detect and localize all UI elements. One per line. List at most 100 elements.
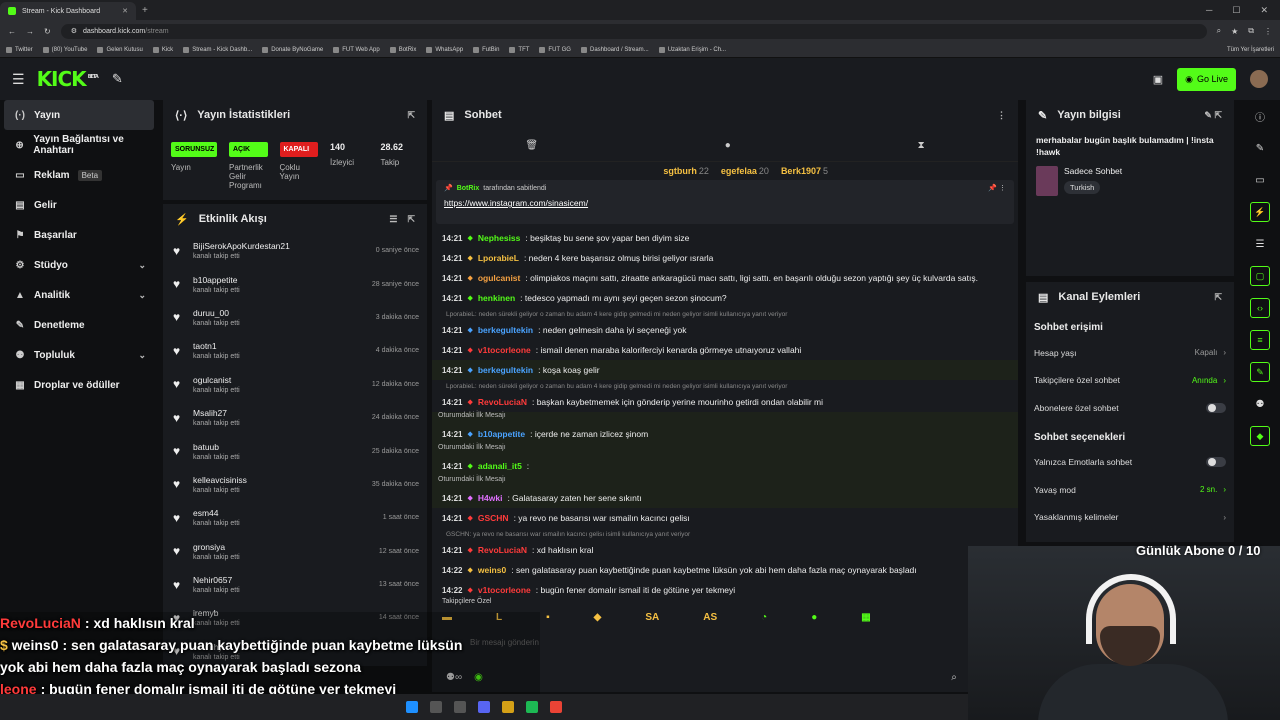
list-icon[interactable]: ☰ (1240, 228, 1280, 260)
activity-username[interactable]: batuub (193, 442, 240, 452)
filter-icon[interactable]: ☰ (389, 214, 397, 225)
setting-row[interactable]: Takipçilere özel sohbet Anında › (1026, 367, 1234, 395)
bookmark-item[interactable]: Gelen Kutusu (97, 46, 143, 53)
setting-row[interactable]: Yavaş mod 2 sn. › (1026, 476, 1234, 504)
info-icon[interactable]: ⓘ (1240, 100, 1280, 132)
chat-menu-icon[interactable]: ⋮ (997, 110, 1006, 121)
activity-username[interactable]: taotn1 (193, 341, 240, 351)
activity-username[interactable]: b10appetite (193, 275, 240, 285)
popout-icon[interactable]: ⇱ (407, 214, 415, 225)
setting-value[interactable] (1206, 457, 1226, 468)
bookmark-item[interactable]: WhatsApp (426, 46, 463, 53)
activity-username[interactable]: duruu_00 (193, 308, 240, 318)
leaderboard-entry[interactable]: egefelaa 20 (721, 166, 769, 178)
search-icon[interactable]: ⌕ (951, 672, 957, 683)
sidebar-item[interactable]: ▲ Analitik ⌄ (0, 280, 158, 310)
sidebar-item[interactable]: ✎ Denetleme (0, 310, 158, 340)
toggle-switch[interactable] (1206, 457, 1226, 468)
activity-username[interactable]: gronsiya (193, 542, 240, 552)
setting-row[interactable]: Abonelere özel sohbet (1026, 394, 1234, 422)
sidebar-item[interactable]: ⚉ Topluluk ⌄ (0, 340, 158, 370)
emote-icon[interactable]: ▪ (546, 612, 550, 623)
popout-icon[interactable]: ⇱ (407, 110, 415, 121)
sidebar-item[interactable]: ▦ Droplar ve ödüller (0, 370, 158, 400)
bookmark-item[interactable]: Donate ByNoGame (262, 46, 323, 53)
setting-value[interactable]: Kapalı › (1195, 348, 1226, 357)
kick-logo[interactable]: KICK BETA (37, 67, 99, 91)
msg-username[interactable]: weins0 (478, 565, 506, 575)
msg-username[interactable]: berkegultekin (478, 365, 533, 375)
users-icon[interactable]: ⚉ (1240, 388, 1280, 420)
edit-icon[interactable]: ✎ ⇱ (1204, 110, 1222, 121)
discord-icon[interactable] (478, 701, 490, 713)
msg-username[interactable]: b10appetite (478, 429, 525, 439)
reload-icon[interactable]: ↻ (44, 27, 51, 36)
msg-username[interactable]: henkinen (478, 293, 515, 303)
toggle-switch[interactable] (1206, 402, 1226, 413)
stream-tag[interactable]: Turkish (1064, 181, 1101, 194)
activity-username[interactable]: Nehir0657 (193, 575, 240, 585)
activity-username[interactable]: ogulcanist (193, 375, 240, 385)
user-avatar[interactable] (1250, 70, 1268, 88)
app-icon[interactable] (454, 701, 466, 713)
bookmark-item[interactable]: FUT Web App (333, 46, 380, 53)
wrench-box-icon[interactable]: ✎ (1240, 356, 1280, 388)
msg-username[interactable]: RevoLuciaN (478, 397, 527, 407)
emote[interactable]: AS (703, 612, 717, 623)
chevron-down-icon[interactable]: ⌄ (138, 260, 146, 271)
bookmark-item[interactable]: Stream - Kick Dashb... (183, 46, 252, 53)
setting-value[interactable]: 2 sn. › (1200, 485, 1226, 494)
lightning-box-icon[interactable]: ⚡ (1240, 196, 1280, 228)
speech-bubble-icon[interactable]: ● (725, 140, 731, 151)
sidebar-item[interactable]: ⊕ Yayın Bağlantısı ve Anahtarı (0, 130, 158, 160)
hourglass-icon[interactable]: ⧗ (918, 140, 925, 151)
bookmark-item[interactable]: FutBin (473, 46, 499, 53)
start-icon[interactable] (406, 701, 418, 713)
sidebar-item[interactable]: ▤ Gelir (0, 190, 158, 220)
category-cover[interactable] (1036, 166, 1058, 196)
category-name[interactable]: Sadece Sohbet (1064, 166, 1122, 176)
setting-row[interactable]: Yasaklanmış kelimeler › (1026, 504, 1234, 532)
sidebar-item[interactable]: ⚙ Stüdyo ⌄ (0, 250, 158, 280)
msg-username[interactable]: ogulcanist (478, 273, 521, 283)
wrench-icon[interactable]: ✎ (112, 71, 123, 87)
all-bookmarks[interactable]: Tüm Yer İşaretleri (1227, 47, 1274, 53)
emote-icon[interactable]: ◔ (761, 612, 767, 623)
layers-box-icon[interactable]: ≡ (1240, 324, 1280, 356)
chat-box-icon[interactable]: ▢ (1240, 260, 1280, 292)
browser-tab[interactable]: Stream - Kick Dashboard ✕ (0, 2, 136, 20)
msg-username[interactable]: adanali_it5 (478, 461, 522, 471)
activity-username[interactable]: BijiSerokApoKurdestan21 (193, 241, 290, 251)
setting-value[interactable]: Anında › (1192, 376, 1226, 385)
msg-username[interactable]: RevoLuciaN (478, 545, 527, 555)
msg-username[interactable]: LporabieL (478, 253, 519, 263)
emote-icon[interactable]: ● (811, 612, 817, 623)
close-tab-icon[interactable]: ✕ (122, 7, 128, 15)
bookmark-item[interactable]: Twitter (6, 46, 33, 53)
bookmark-item[interactable]: Uzaktan Erişim - Ch... (658, 46, 726, 53)
sidebar-item[interactable]: ▭ Reklam Beta (0, 160, 158, 190)
hamburger-menu-icon[interactable]: ☰ (12, 71, 25, 88)
msg-username[interactable]: v1tocorleone (478, 585, 531, 595)
minimize-icon[interactable]: ─ (1206, 5, 1212, 16)
star-icon[interactable]: ★ (1231, 27, 1238, 36)
pinned-link[interactable]: https://www.instagram.com/sinasicem/ (444, 198, 1006, 208)
msg-username[interactable]: Nephesiss (478, 233, 521, 243)
close-window-icon[interactable]: ✕ (1260, 5, 1268, 16)
activity-username[interactable]: Msalih27 (193, 408, 240, 418)
msg-username[interactable]: H4wki (478, 493, 503, 503)
msg-username[interactable]: berkegultekin (478, 325, 533, 335)
site-info-icon[interactable]: ⚙ (71, 27, 77, 35)
extensions-icon[interactable]: ⧉ (1248, 26, 1254, 36)
msg-username[interactable]: GSCHN (478, 513, 509, 523)
msg-username[interactable]: v1tocorleone (478, 345, 531, 355)
sidebar-item[interactable]: ⚑ Başarılar (0, 220, 158, 250)
zoom-icon[interactable]: ⌕ (1217, 26, 1221, 36)
activity-username[interactable]: esm44 (193, 508, 240, 518)
emote-icon[interactable]: ◆ (594, 612, 602, 623)
bookmark-item[interactable]: Dashboard / Stream... (580, 46, 649, 53)
url-field[interactable]: ⚙ dashboard.kick.com/stream (60, 23, 1207, 39)
diamond-box-icon[interactable]: ◆ (1240, 420, 1280, 452)
trash-icon[interactable]: 🗑 (525, 140, 538, 151)
bookmark-item[interactable]: (80) YouTube (42, 46, 87, 53)
